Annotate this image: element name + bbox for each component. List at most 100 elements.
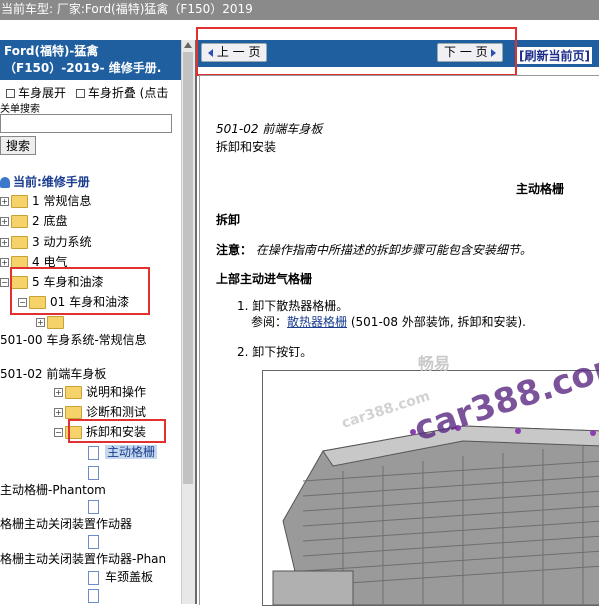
tree-item-grille-shutter-actuator[interactable]: 格栅主动关闭装置作动器 (0, 515, 132, 533)
step-2: 2. 卸下按钉。 (237, 345, 313, 359)
tree-item-label: 01 车身和油漆 (50, 295, 130, 309)
grille-illustration (262, 370, 599, 606)
document-icon (88, 570, 99, 585)
manual-title-line2: （F150）-2019- 维修手册. (4, 61, 162, 75)
tree-item-grille-shutter-actuator-phantom[interactable]: 格栅主动关闭装置作动器-Phan (0, 550, 166, 568)
tree-item-removal-install[interactable]: − 拆卸和安装 (54, 423, 146, 441)
tree-item-powertrain[interactable]: +3 动力系统 (0, 233, 91, 251)
radiator-grille-link[interactable]: 散热器格栅 (287, 315, 347, 329)
tree-item-label: 诊断和测试 (86, 405, 147, 419)
scroll-up-arrow-icon[interactable] (184, 42, 192, 48)
folder-icon (11, 256, 28, 269)
tree-item-unnamed-folder[interactable]: + (36, 313, 68, 331)
collapse-checkbox[interactable] (75, 89, 85, 98)
folder-icon (11, 236, 28, 249)
pane-divider[interactable] (195, 40, 197, 604)
expand-icon[interactable]: + (54, 408, 63, 417)
document-icon (88, 534, 99, 549)
tree-item-general[interactable]: +1 常规信息 (0, 192, 91, 210)
tree-current-label: 当前:维修手册 (13, 175, 90, 189)
document-icon (88, 499, 99, 514)
folder-open-icon (65, 426, 82, 439)
note-label: 注意： (216, 243, 253, 257)
folder-icon (11, 215, 28, 228)
folder-icon (47, 316, 64, 329)
step-1-reference: 参阅：散热器格栅 (501-08 外部装饰, 拆卸和安装). (251, 313, 526, 330)
tree-item-cowl-panel[interactable]: 车颈盖板 (88, 568, 153, 586)
removal-heading: 拆卸 (216, 213, 241, 227)
document-icon (88, 588, 99, 603)
tree-item-body-paint-01[interactable]: − 01 车身和油漆 (18, 293, 129, 311)
tree-item-label: 车颈盖板 (105, 570, 154, 584)
tree-item-body-paint[interactable]: − 5 车身和油漆 (0, 273, 103, 291)
tree-item-label: 2 底盘 (32, 214, 68, 228)
tree-current-root[interactable]: 当前:维修手册 (0, 173, 90, 191)
tree-item-label: 1 常规信息 (32, 194, 92, 208)
tree-item-label: 501-02 前端车身板 (0, 367, 107, 381)
left-scrollbar[interactable] (181, 40, 195, 604)
tree-item-diagnosis[interactable]: + 诊断和测试 (54, 403, 146, 421)
right-arrow-icon (491, 48, 497, 57)
expand-icon[interactable]: + (54, 388, 63, 397)
expand-all-link[interactable]: 车身展开 (18, 86, 66, 100)
tree-item-label: 格栅主动关闭装置作动器 (0, 517, 133, 531)
search-input[interactable] (0, 114, 172, 133)
manual-title-line1: Ford(福特)-猛禽 (4, 44, 99, 58)
scrollbar-thumb[interactable] (183, 52, 193, 484)
tree-item-label: 501-00 车身系统-常规信息 (0, 333, 147, 347)
collapse-icon[interactable]: − (0, 278, 9, 287)
collapse-icon[interactable]: − (54, 428, 63, 437)
tree-item-label: 格栅主动关闭装置作动器-Phan (0, 552, 167, 566)
folder-icon (11, 195, 28, 208)
tree-item-active-grille[interactable]: 主动格栅 (88, 443, 158, 461)
tree-item-doc-blank-3[interactable] (88, 532, 105, 550)
grille-drawing (272, 425, 599, 605)
manual-title: Ford(福特)-猛禽 （F150）-2019- 维修手册. (0, 40, 181, 80)
tree-item-label: 3 动力系统 (32, 235, 92, 249)
tree-item-label: 说明和操作 (86, 385, 147, 399)
tree-item-label: 5 车身和油漆 (32, 275, 104, 289)
collapse-all-link[interactable]: 车身折叠 (点击 (88, 86, 169, 100)
ref-suffix: (501-08 外部装饰, 拆卸和安装). (350, 315, 526, 329)
tree-item-501-02[interactable]: 501-02 前端车身板 (0, 365, 106, 383)
note-line: 注意： 在操作指南中所描述的拆卸步骤可能包含安装细节。 (216, 241, 532, 258)
tree-item-electrical[interactable]: +4 电气 (0, 253, 67, 271)
document-icon (88, 445, 99, 460)
document-icon (88, 465, 99, 480)
tree-item-description[interactable]: + 说明和操作 (54, 383, 146, 401)
tree-item-doc-blank-2[interactable] (88, 497, 105, 515)
prev-page-label: 上 一 页 (216, 45, 261, 59)
tree-item-501-00[interactable]: 501-00 车身系统-常规信息 (0, 331, 147, 349)
doc-title: 主动格栅 (516, 182, 565, 196)
current-model-bar: 当前车型: 厂家:Ford(福特)猛禽（F150）2019 (0, 0, 599, 20)
left-arrow-icon (208, 48, 213, 57)
doc-subsection: 拆卸和安装 (216, 140, 277, 154)
search-label: 关单搜索 (0, 104, 40, 115)
search-button[interactable]: 搜索 (0, 136, 36, 155)
tree-item-chassis[interactable]: +2 底盘 (0, 212, 67, 230)
manual-icon (0, 177, 10, 188)
step-1: 1. 卸下散热器格栅。 (237, 299, 349, 313)
folder-icon (65, 386, 82, 399)
expand-icon[interactable]: + (0, 217, 9, 226)
folder-open-icon (11, 276, 28, 289)
folder-open-icon (29, 296, 46, 309)
tree-item-doc-blank-4[interactable] (88, 586, 105, 604)
prev-page-button[interactable]: 上 一 页 (201, 43, 268, 62)
next-page-button[interactable]: 下 一 页 (437, 43, 504, 62)
expand-icon[interactable]: + (0, 258, 9, 267)
note-text: 在操作指南中所描述的拆卸步骤可能包含安装细节。 (255, 243, 532, 257)
expand-icon[interactable]: + (36, 318, 45, 327)
expand-checkbox[interactable] (6, 89, 15, 98)
tree-item-label: 4 电气 (32, 255, 68, 269)
expand-icon[interactable]: + (0, 197, 9, 206)
folder-icon (65, 406, 82, 419)
ref-prefix: 参阅： (251, 315, 288, 329)
tree-item-label: 拆卸和安装 (86, 425, 147, 439)
refresh-page-link[interactable]: [刷新当前页] (517, 47, 592, 64)
tree-item-label: 主动格栅-Phantom (0, 483, 106, 497)
tree-item-label: 主动格栅 (105, 445, 158, 459)
tree-item-doc-blank[interactable] (88, 463, 105, 481)
expand-icon[interactable]: + (0, 238, 9, 247)
collapse-icon[interactable]: − (18, 298, 27, 307)
